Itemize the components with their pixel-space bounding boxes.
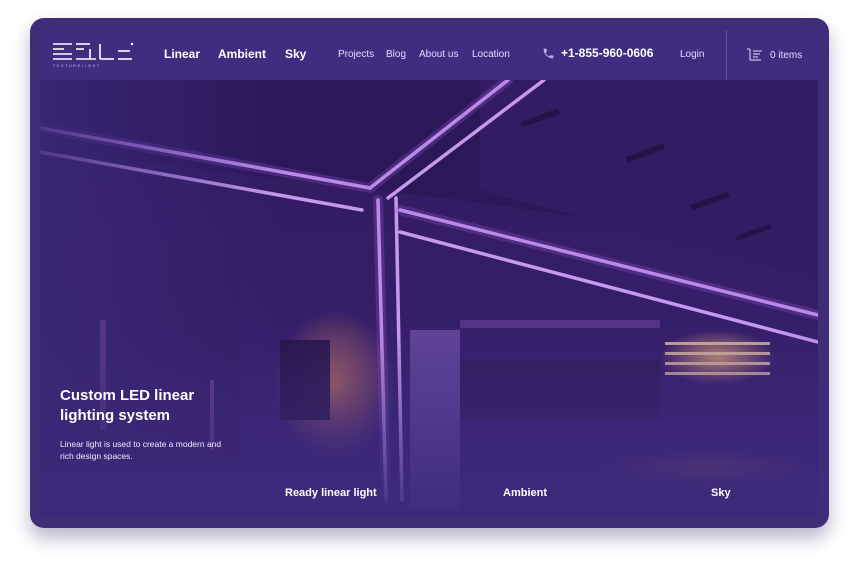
phone-contact[interactable]: +1-855-960-0606 — [542, 46, 653, 60]
nav-location-link[interactable]: Location — [472, 49, 510, 60]
nav-linear-link[interactable]: Linear — [164, 47, 200, 61]
category-sky[interactable]: Sky — [711, 487, 731, 499]
nav-projects-link[interactable]: Projects — [338, 49, 374, 60]
hero-title: Custom LED linear lighting system — [60, 387, 195, 424]
hero-banner: Custom LED linear lighting system Linear… — [40, 80, 818, 516]
top-navigation: TEXTURELIGHT Linear Ambient Sky Projects… — [40, 30, 818, 80]
phone-icon — [543, 48, 554, 58]
logo-icon[interactable]: TEXTURELIGHT — [52, 41, 134, 69]
nav-sky-link[interactable]: Sky — [285, 47, 306, 61]
cart-icon — [747, 48, 762, 61]
cart-button[interactable]: 0 items — [726, 30, 818, 80]
nav-ambient-link[interactable]: Ambient — [218, 47, 266, 61]
login-link[interactable]: Login — [680, 49, 704, 60]
cart-count: 0 items — [770, 49, 803, 61]
nav-about-link[interactable]: About us — [419, 49, 458, 60]
category-ambient[interactable]: Ambient — [503, 487, 547, 499]
nav-blog-link[interactable]: Blog — [386, 49, 406, 60]
logo-lettering: TEXTURELIGHT — [53, 64, 101, 68]
website-screen: TEXTURELIGHT Linear Ambient Sky Projects… — [40, 30, 818, 516]
hero-description: Linear light is used to create a modern … — [60, 439, 222, 461]
phone-number[interactable]: +1-855-960-0606 — [561, 46, 653, 60]
category-ready-linear-light[interactable]: Ready linear light — [285, 487, 377, 499]
